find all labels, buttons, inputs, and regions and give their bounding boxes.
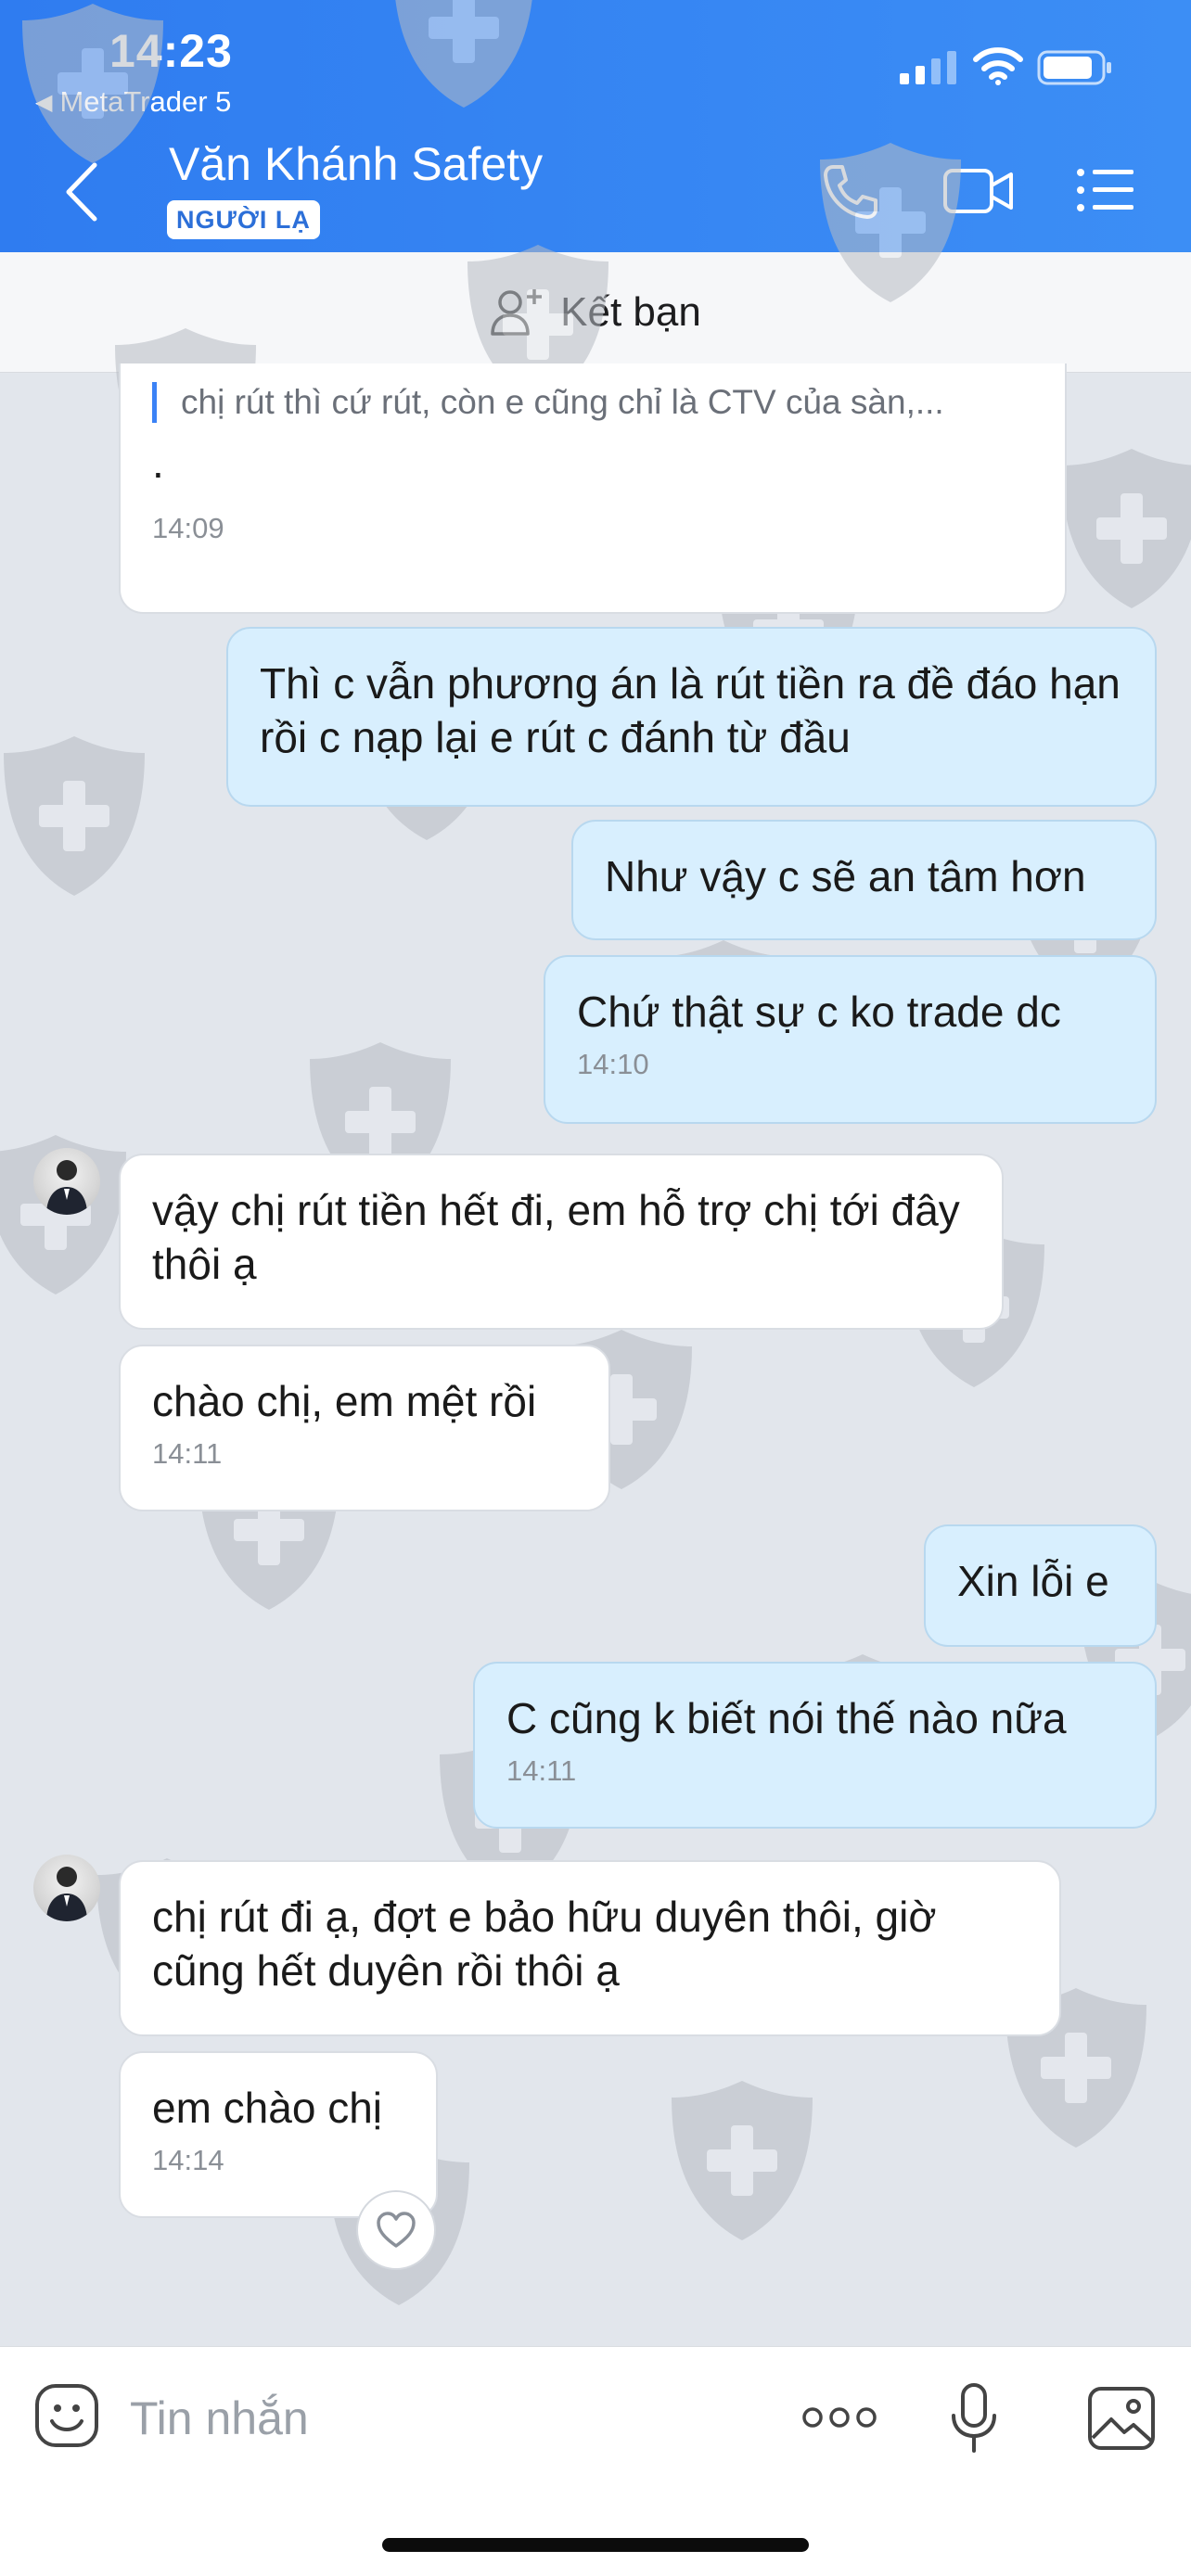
- heart-icon: [377, 2212, 416, 2248]
- menu-list-icon[interactable]: [1076, 167, 1135, 213]
- message-text: Thì c vẫn phương án là rút tiền ra đề đá…: [260, 659, 1121, 761]
- message-text: em chào chị: [152, 2084, 383, 2132]
- back-icon[interactable]: [61, 159, 102, 224]
- message-bubble-outgoing[interactable]: Xin lỗi e: [924, 1524, 1157, 1647]
- signal-icon: [900, 51, 956, 84]
- microphone-icon[interactable]: [950, 2382, 998, 2455]
- message-input-bar: [0, 2346, 1191, 2576]
- message-input[interactable]: [130, 2388, 724, 2449]
- message-time: 14:14: [152, 2144, 224, 2176]
- message-bubble-outgoing[interactable]: Như vậy c sẽ an tâm hơn: [571, 820, 1157, 940]
- quoted-message[interactable]: chị rút thì cứ rút, còn e cũng chỉ là CT…: [152, 382, 1033, 423]
- contact-avatar[interactable]: [33, 1855, 100, 1921]
- person-avatar-icon: [46, 1160, 87, 1215]
- person-avatar-icon: [46, 1867, 87, 1921]
- battery-icon: [1037, 50, 1111, 85]
- message-time: 14:10: [577, 1048, 649, 1080]
- message-time: 14:09: [152, 512, 224, 544]
- message-bubble-incoming[interactable]: chị rút thì cứ rút, còn e cũng chỉ là CT…: [119, 363, 1067, 614]
- message-time: 14:11: [506, 1754, 577, 1787]
- message-text: Xin lỗi e: [957, 1557, 1109, 1605]
- message-text: chị rút đi ạ, đợt e bảo hữu duyên thôi, …: [152, 1893, 937, 1995]
- emoji-icon[interactable]: [33, 2382, 100, 2449]
- contact-avatar[interactable]: [33, 1148, 100, 1215]
- message-text: Chứ thật sự c ko trade dc: [577, 988, 1061, 1036]
- message-bubble-outgoing[interactable]: Thì c vẫn phương án là rút tiền ra đề đá…: [226, 627, 1157, 807]
- message-text: chào chị, em mệt rồi: [152, 1377, 537, 1425]
- watermark-shield-icon: [1057, 445, 1191, 612]
- message-text: .: [152, 439, 164, 487]
- home-indicator: [382, 2538, 809, 2552]
- watermark-shield-icon: [19, 0, 167, 167]
- chat-screen: 14:23 ◀ MetaTrader 5 Văn Khánh Safety NG…: [0, 0, 1191, 2576]
- react-heart-button[interactable]: [356, 2190, 436, 2270]
- message-text: vậy chị rút tiền hết đi, em hỗ trợ chị t…: [152, 1186, 960, 1288]
- image-icon[interactable]: [1087, 2386, 1156, 2451]
- message-bubble-incoming[interactable]: chị rút đi ạ, đợt e bảo hữu duyên thôi, …: [119, 1860, 1061, 2036]
- message-bubble-incoming[interactable]: vậy chị rút tiền hết đi, em hỗ trợ chị t…: [119, 1154, 1004, 1330]
- more-icon[interactable]: [801, 2403, 877, 2432]
- chat-header: 14:23 ◀ MetaTrader 5 Văn Khánh Safety NG…: [0, 0, 1191, 252]
- watermark-shield-icon: [0, 733, 148, 899]
- watermark-shield-icon: [390, 0, 538, 111]
- stranger-badge: NGƯỜI LẠ: [167, 200, 320, 239]
- contact-name[interactable]: Văn Khánh Safety: [169, 137, 543, 191]
- message-text: Như vậy c sẽ an tâm hơn: [605, 852, 1086, 900]
- wifi-icon: [973, 47, 1023, 85]
- watermark-shield-icon: [668, 2077, 816, 2244]
- message-bubble-outgoing[interactable]: Chứ thật sự c ko trade dc 14:10: [544, 955, 1157, 1124]
- message-bubble-incoming[interactable]: chào chị, em mệt rồi 14:11: [119, 1345, 610, 1511]
- message-text: C cũng k biết nói thế nào nữa: [506, 1694, 1067, 1742]
- watermark-shield-icon: [816, 139, 965, 306]
- message-bubble-outgoing[interactable]: C cũng k biết nói thế nào nữa 14:11: [473, 1662, 1157, 1829]
- message-time: 14:11: [152, 1437, 223, 1470]
